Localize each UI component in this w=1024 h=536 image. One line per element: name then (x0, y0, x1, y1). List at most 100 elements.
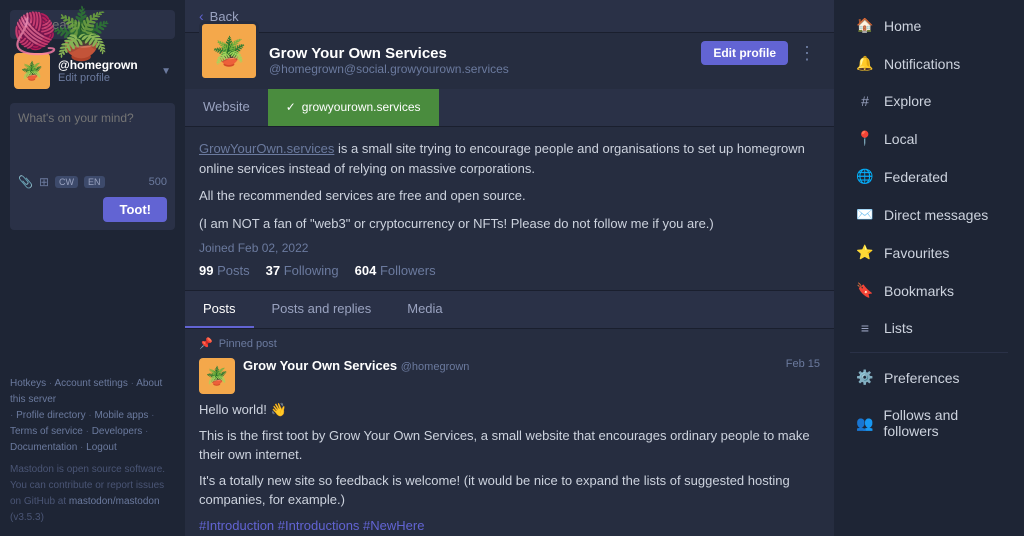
post-avatar: 🪴 (199, 358, 235, 394)
nav-item-follows-followers[interactable]: 👥Follows and followers (840, 397, 1018, 449)
nav-label-explore: Explore (884, 93, 931, 109)
followers-label: Followers (380, 263, 436, 278)
tab-media[interactable]: Media (389, 291, 460, 328)
edit-profile-link[interactable]: Edit profile (58, 72, 153, 84)
profile-tabs: Website growyourown.services (185, 89, 834, 127)
following-label: Following (284, 263, 339, 278)
en-button[interactable]: EN (84, 176, 105, 188)
nav-item-direct-messages[interactable]: ✉️ Direct messages (840, 196, 1018, 233)
posts-count: 99 (199, 263, 213, 278)
post-greeting: Hello world! 👋 (199, 400, 820, 420)
main-content: ‹ Back GROW YOUR OWN SERVICES 🧶 🪴 🪴 Grow… (185, 0, 834, 536)
bio-line3: (I am NOT a fan of "web3" or cryptocurre… (199, 214, 820, 234)
posts-label: Posts (217, 263, 250, 278)
tab-posts[interactable]: Posts (185, 291, 254, 328)
pinned-post-section: 📌 Pinned post 🪴 Grow Your Own Services @… (185, 329, 834, 536)
logout-link[interactable]: Logout (86, 442, 117, 453)
favourites-icon: ⭐ (856, 244, 874, 261)
toot-button[interactable]: Toot! (103, 197, 167, 222)
profile-dir-link[interactable]: Profile directory (16, 410, 85, 421)
developers-link[interactable]: Developers (92, 426, 143, 437)
profile-actions: Edit profile ⋮ (701, 41, 820, 65)
following-count: 37 (266, 263, 280, 278)
local-icon: 📍 (856, 130, 874, 147)
nav-label-federated: Federated (884, 169, 948, 185)
nav-item-local[interactable]: 📍Local (840, 120, 1018, 157)
cw-button[interactable]: CW (55, 176, 78, 188)
terms-link[interactable]: Terms of service (10, 426, 83, 437)
post-content: Hello world! 👋 This is the first toot by… (199, 400, 820, 535)
post-handle: @homegrown (401, 361, 470, 373)
lists-icon: ≡ (856, 320, 874, 336)
bio-line1: GrowYourOwn.services is a small site try… (199, 139, 820, 178)
tab-verified[interactable]: growyourown.services (268, 89, 439, 126)
bookmarks-icon: 🔖 (856, 282, 874, 299)
account-settings-link[interactable]: Account settings (54, 378, 127, 389)
nav-item-federated[interactable]: 🌐 Federated (840, 158, 1018, 195)
post-header: 🪴 Grow Your Own Services @homegrown Feb … (199, 358, 820, 394)
pin-icon: 📌 (199, 337, 213, 350)
notifications-icon: 🔔 (856, 55, 874, 72)
grow-link[interactable]: GrowYourOwn.services (199, 141, 334, 156)
pinned-text: Pinned post (219, 338, 277, 350)
attach-icon[interactable]: 📎 (18, 175, 33, 189)
post-line1: This is the first toot by Grow Your Own … (199, 426, 820, 465)
profile-avatar: 🪴 (199, 21, 259, 81)
right-sidebar: 🏠 Home 🔔 Notifications #Explore📍Local 🌐 Federa… (834, 0, 1024, 536)
hotkeys-link[interactable]: Hotkeys (10, 378, 46, 389)
mastodon-credit: Mastodon is open source software. You ca… (10, 462, 175, 526)
nav-item-lists[interactable]: ≡ Lists (840, 310, 1018, 346)
preferences-icon: ⚙️ (856, 369, 874, 386)
nav-label-preferences: Preferences (884, 370, 959, 386)
compose-textarea[interactable] (18, 111, 167, 166)
followers-count: 604 (355, 263, 377, 278)
chevron-down-icon: ▼ (161, 66, 171, 77)
mobile-apps-link[interactable]: Mobile apps (94, 410, 148, 421)
profile-bio: GrowYourOwn.services is a small site try… (185, 127, 834, 291)
nav-item-preferences[interactable]: ⚙️ Preferences (840, 359, 1018, 396)
tab-posts-replies[interactable]: Posts and replies (254, 291, 390, 328)
tab-website[interactable]: Website (185, 89, 268, 126)
emoji-icon[interactable]: ⊞ (39, 175, 49, 189)
nav-label-direct-messages: Direct messages (884, 207, 988, 223)
direct-messages-icon: ✉️ (856, 206, 874, 223)
posts-tabs-header: Posts Posts and replies Media (185, 291, 834, 329)
post-line2: It's a totally new site so feedback is w… (199, 471, 820, 510)
pinned-label: 📌 Pinned post (199, 337, 820, 350)
profile-display-name: Grow Your Own Services (269, 45, 691, 62)
nav-label-bookmarks: Bookmarks (884, 283, 954, 299)
nav-item-notifications[interactable]: 🔔 Notifications (840, 45, 1018, 82)
nav-label-notifications: Notifications (884, 56, 960, 72)
followers-stat[interactable]: 604 Followers (355, 263, 436, 278)
nav-item-explore[interactable]: #Explore (840, 83, 1018, 119)
pinned-post: 🪴 Grow Your Own Services @homegrown Feb … (199, 358, 820, 536)
nav-label-follows-followers: Follows and followers (883, 407, 1002, 439)
profile-text: Grow Your Own Services @homegrown@social… (269, 41, 691, 76)
github-link[interactable]: mastodon/mastodon (69, 496, 160, 507)
more-options-button[interactable]: ⋮ (794, 43, 820, 64)
avatar: 🪴 (14, 53, 50, 89)
nav-item-favourites[interactable]: ⭐ Favourites (840, 234, 1018, 271)
post-author-line: Grow Your Own Services @homegrown (243, 358, 778, 373)
post-author: Grow Your Own Services (243, 358, 397, 373)
compose-toolbar: 📎 ⊞ CW EN 500 (18, 175, 167, 189)
nav-item-home[interactable]: 🏠 Home (840, 7, 1018, 44)
edit-profile-button[interactable]: Edit profile (701, 41, 788, 65)
footer-links: Hotkeys · Account settings · About this … (10, 378, 162, 453)
nav-item-bookmarks[interactable]: 🔖 Bookmarks (840, 272, 1018, 309)
docs-link[interactable]: Documentation (10, 442, 77, 453)
nav-label-home: Home (884, 18, 921, 34)
profile-info-bar: 🪴 Grow Your Own Services @homegrown@soci… (185, 33, 834, 89)
nav-divider (850, 352, 1008, 353)
joined-date: Joined Feb 02, 2022 (199, 241, 820, 255)
profile-stats: 99 Posts 37 Following 604 Followers (199, 263, 820, 278)
nav-label-favourites: Favourites (884, 245, 949, 261)
posts-stat[interactable]: 99 Posts (199, 263, 250, 278)
following-stat[interactable]: 37 Following (266, 263, 339, 278)
federated-icon: 🌐 (856, 168, 874, 185)
compose-box: 📎 ⊞ CW EN 500 Toot! (10, 103, 175, 230)
char-count: 500 (149, 176, 167, 188)
home-icon: 🏠 (856, 17, 874, 34)
nav-label-lists: Lists (884, 320, 913, 336)
back-button[interactable]: ‹ Back (185, 0, 834, 33)
